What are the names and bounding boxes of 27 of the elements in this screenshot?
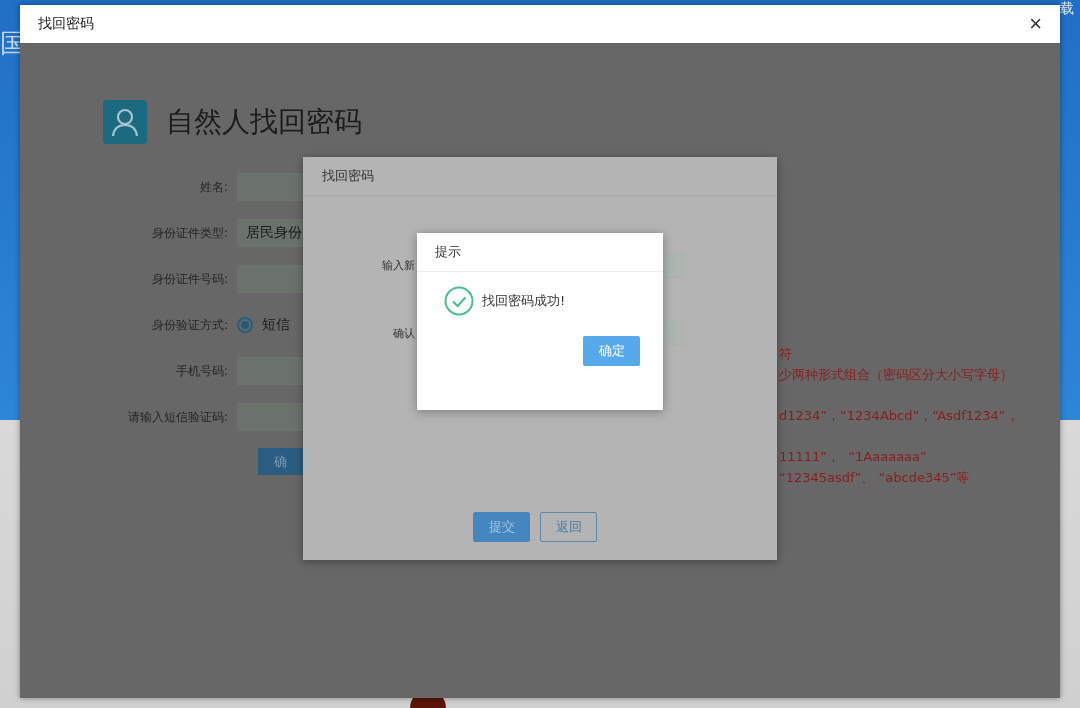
field-label: 身份证件号码:: [150, 270, 229, 288]
field-label: 身份验证方式:: [150, 316, 229, 334]
window-title: 找回密码: [38, 15, 94, 33]
back-button[interactable]: 返回: [540, 512, 597, 542]
user-icon: [103, 100, 147, 144]
submit-button[interactable]: 提交: [473, 512, 530, 542]
hint-text: “12345asdf”、 “abcde345”等: [779, 469, 970, 487]
page-text: 载: [1060, 0, 1074, 18]
hint-text: 符: [779, 345, 792, 363]
check-circle-icon: [444, 286, 474, 316]
field-label: 请输入短信验证码:: [126, 408, 229, 426]
field-label: 姓名:: [198, 178, 229, 196]
radio-button[interactable]: [237, 317, 253, 333]
field-label: 确认: [392, 325, 415, 341]
field-label: 输入新: [381, 257, 415, 273]
hint-text: 11111”， “1Aaaaaaa”: [779, 448, 927, 466]
page-heading: 自然人找回密码: [166, 104, 362, 140]
dialog-title: 找回密码: [322, 167, 374, 185]
dialog-title: 提示: [435, 243, 461, 261]
hint-text: d1234”，“1234Abcd”，“Asdf1234”，: [779, 407, 1019, 425]
hint-text: 少两种形式组合（密码区分大小写字母）: [779, 366, 1013, 384]
close-button[interactable]: ×: [1025, 13, 1046, 35]
alert-message: 找回密码成功!: [482, 292, 566, 310]
radio-label: 短信: [262, 316, 290, 334]
field-label: 手机号码:: [174, 362, 229, 380]
field-label: 身份证件类型:: [150, 224, 229, 242]
ok-button[interactable]: 确定: [583, 336, 640, 366]
